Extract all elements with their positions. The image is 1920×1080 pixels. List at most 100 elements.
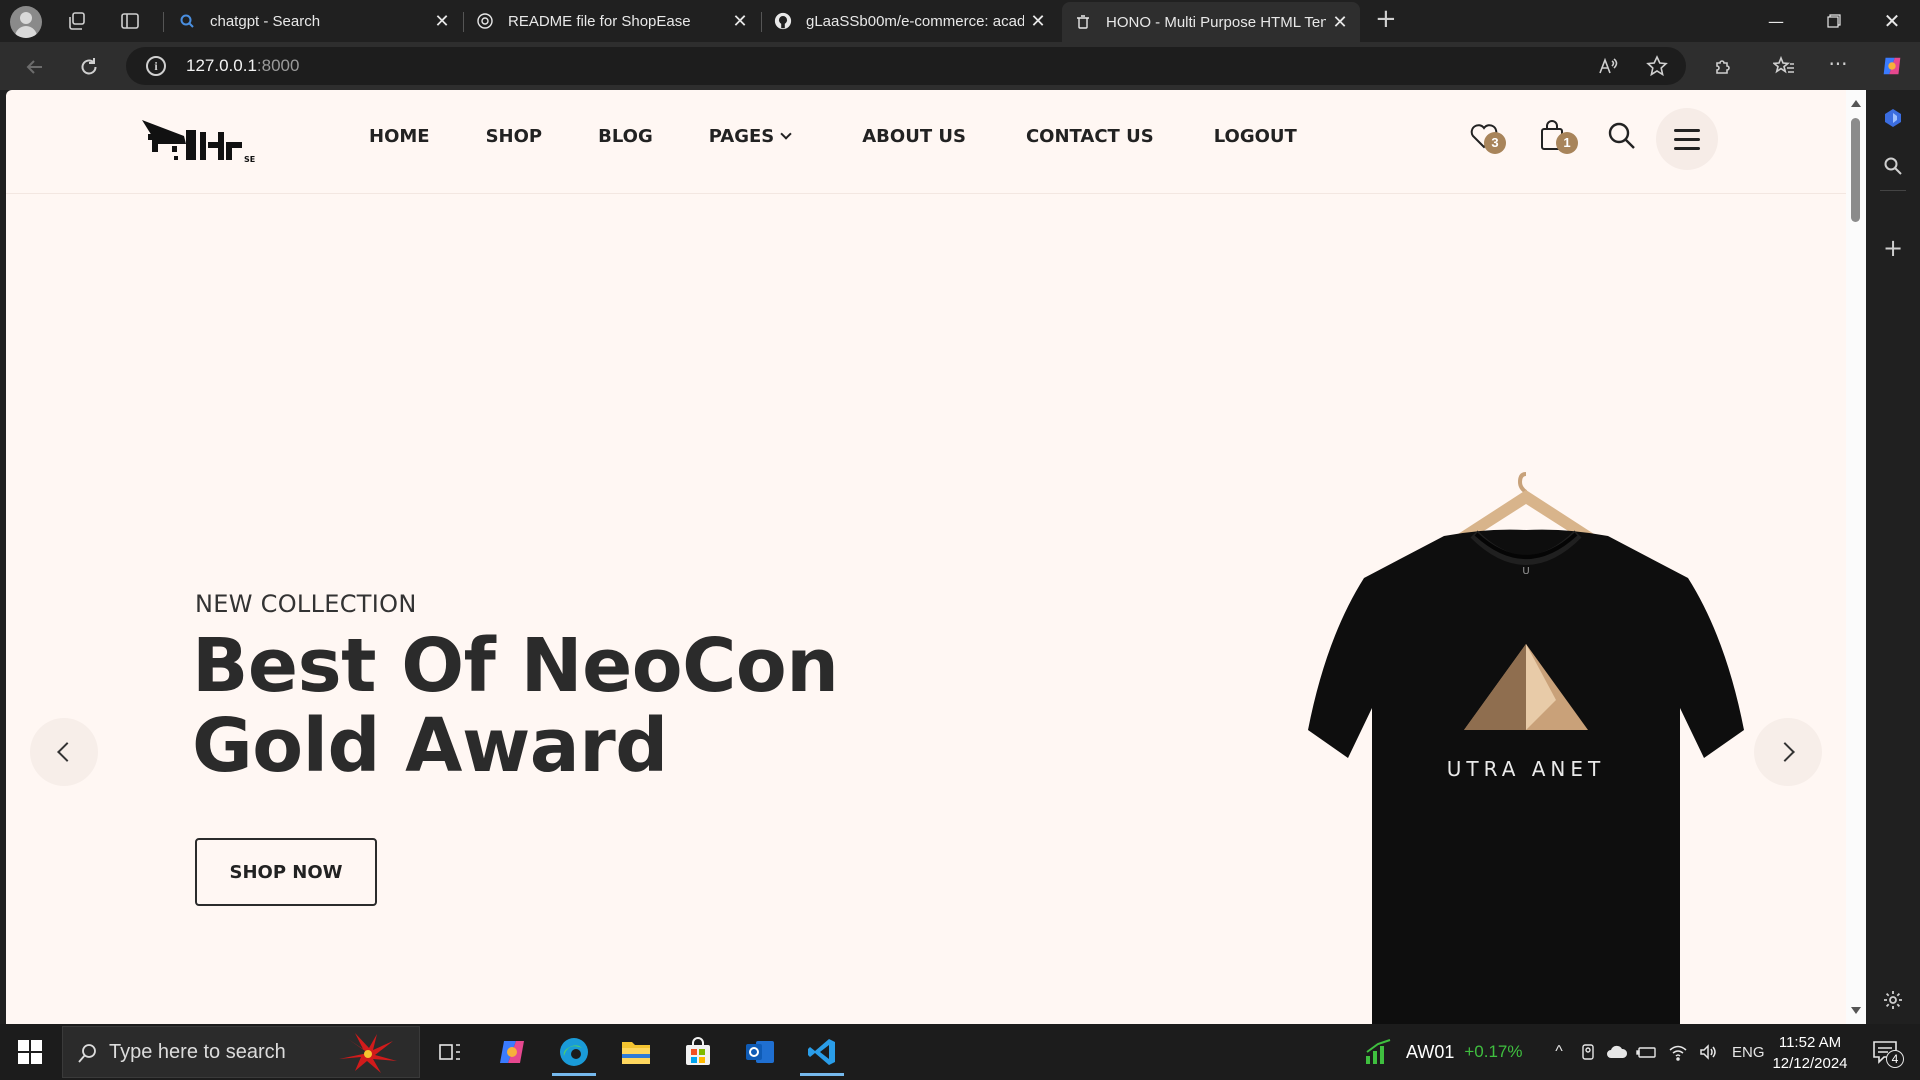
windows-start-icon[interactable]	[10, 1036, 50, 1068]
close-icon[interactable]: ✕	[1326, 8, 1354, 36]
cart-count-badge: 1	[1556, 132, 1578, 154]
clock-time: 11:52 AM	[1778, 1034, 1842, 1051]
wishlist-count-badge: 3	[1484, 132, 1506, 154]
nav-pages[interactable]: PAGES	[709, 126, 792, 147]
close-icon[interactable]: ✕	[1024, 7, 1052, 35]
tab-title: README file for ShopEase	[508, 12, 691, 30]
restore-icon[interactable]	[1806, 0, 1862, 42]
stock-change: +0.17%	[1464, 1042, 1523, 1061]
task-view-icon[interactable]	[422, 1028, 478, 1076]
svg-text:SE: SE	[244, 155, 255, 164]
workspaces-icon[interactable]	[66, 10, 88, 32]
read-aloud-icon[interactable]	[1596, 54, 1620, 78]
taskbar-search-box[interactable]: Type here to search	[62, 1026, 420, 1078]
edge-sidebar: +	[1866, 90, 1920, 1024]
tab-title: gLaaSSb00m/e-commerce: acade	[806, 12, 1024, 30]
chatgpt-favicon-icon	[476, 12, 494, 30]
site-header: SE HOME SHOP BLOG PAGES ABOUT US CONTACT…	[6, 90, 1846, 194]
stock-widget[interactable]: AW01 +0.17%	[1364, 1024, 1523, 1080]
tab-title: HONO - Multi Purpose HTML Ten	[1106, 13, 1326, 31]
search-sidebar-icon[interactable]	[1881, 154, 1905, 178]
tab-github-repo[interactable]: gLaaSSb00m/e-commerce: acade ✕	[762, 4, 1058, 38]
back-arrow-icon[interactable]	[18, 50, 52, 84]
extensions-icon[interactable]	[1712, 54, 1736, 78]
copilot-sidebar-icon[interactable]	[1881, 106, 1905, 130]
minimize-icon[interactable]: —	[1748, 0, 1804, 42]
new-tab-plus-icon[interactable]: +	[1375, 6, 1397, 32]
windows-taskbar: Type here to search AW01 +0.17% ^ ENG 11…	[0, 1024, 1920, 1080]
copilot-icon[interactable]	[1880, 54, 1904, 78]
notification-center-icon[interactable]: 4	[1866, 1036, 1906, 1068]
profile-avatar-icon[interactable]	[10, 6, 42, 38]
more-menu-icon[interactable]: ···	[1826, 52, 1850, 76]
stock-name: AW01	[1406, 1041, 1455, 1062]
meet-now-icon[interactable]	[1580, 1043, 1596, 1061]
wifi-icon[interactable]	[1668, 1043, 1688, 1061]
tab-readme-shopease[interactable]: README file for ShopEase ✕	[464, 4, 760, 38]
browser-toolbar: i 127.0.0.1:8000 ···	[0, 42, 1920, 90]
nav-home[interactable]: HOME	[369, 126, 430, 147]
microsoft-store-icon[interactable]	[670, 1028, 726, 1076]
shopease-logo[interactable]: SE	[134, 102, 264, 172]
address-bar[interactable]: i 127.0.0.1:8000	[126, 47, 1686, 85]
tab-chatgpt-search[interactable]: chatgpt - Search ✕	[166, 4, 462, 38]
close-icon[interactable]: ✕	[726, 7, 754, 35]
web-page: SE HOME SHOP BLOG PAGES ABOUT US CONTACT…	[6, 90, 1846, 1024]
sidebar-settings-gear-icon[interactable]	[1881, 988, 1905, 1012]
site-info-icon[interactable]: i	[146, 56, 166, 76]
file-explorer-icon[interactable]	[608, 1028, 664, 1076]
page-scrollbar[interactable]	[1846, 90, 1866, 1024]
nav-shop[interactable]: SHOP	[486, 126, 543, 147]
hero-tshirt-image: UTRA ANET U	[1296, 468, 1756, 1024]
tshirt-tag-text: U	[1522, 566, 1529, 577]
edge-browser-icon[interactable]	[546, 1028, 602, 1076]
tab-title: chatgpt - Search	[210, 12, 321, 30]
site-favicon-icon	[1074, 13, 1092, 31]
search-icon	[78, 1044, 96, 1063]
shop-now-button[interactable]: SHOP NOW	[195, 838, 377, 906]
favorites-list-icon[interactable]	[1772, 54, 1796, 78]
stock-chart-icon	[1366, 1039, 1391, 1064]
tray-chevron-up-icon[interactable]: ^	[1548, 1043, 1570, 1061]
sidebar-divider	[1880, 190, 1906, 191]
nav-blog[interactable]: BLOG	[598, 126, 653, 147]
clock-date: 12/12/2024	[1772, 1055, 1848, 1072]
scroll-down-arrow-icon[interactable]	[1851, 1007, 1861, 1014]
tshirt-print-text: UTRA ANET	[1447, 757, 1605, 781]
taskbar-search-placeholder: Type here to search	[109, 1040, 286, 1063]
onedrive-cloud-icon[interactable]	[1606, 1044, 1628, 1060]
refresh-icon[interactable]	[72, 50, 106, 84]
slider-next-arrow-icon[interactable]	[1754, 718, 1822, 786]
close-window-icon[interactable]: ✕	[1864, 0, 1920, 42]
vscode-icon[interactable]	[794, 1028, 850, 1076]
battery-icon[interactable]	[1636, 1044, 1658, 1060]
hero-kicker: NEW COLLECTION	[195, 590, 417, 618]
outlook-icon[interactable]	[732, 1028, 788, 1076]
favorite-star-icon[interactable]	[1645, 54, 1669, 78]
nav-about-us[interactable]: ABOUT US	[862, 126, 966, 147]
close-icon[interactable]: ✕	[428, 7, 456, 35]
copilot-taskbar-icon[interactable]	[484, 1028, 540, 1076]
url-text: 127.0.0.1:8000	[186, 56, 300, 75]
main-nav: HOME SHOP BLOG PAGES ABOUT US CONTACT US…	[369, 126, 1297, 147]
scrollbar-thumb[interactable]	[1851, 118, 1860, 222]
scroll-up-arrow-icon[interactable]	[1851, 100, 1861, 107]
volume-icon[interactable]	[1698, 1043, 1718, 1061]
nav-logout[interactable]: LOGOUT	[1214, 126, 1297, 147]
add-sidebar-app-icon[interactable]: +	[1881, 234, 1905, 262]
nav-contact-us[interactable]: CONTACT US	[1026, 126, 1154, 147]
search-icon[interactable]	[1606, 120, 1640, 154]
hero-title: Best Of NeoCon Gold Award	[192, 623, 839, 789]
taskbar-clock[interactable]: 11:52 AM 12/12/2024	[1760, 1032, 1860, 1074]
slider-prev-arrow-icon[interactable]	[30, 718, 98, 786]
chevron-down-icon	[780, 128, 792, 140]
notification-count-badge: 4	[1886, 1050, 1904, 1068]
browser-tab-strip: chatgpt - Search ✕ README file for ShopE…	[0, 0, 1920, 42]
vertical-tabs-icon[interactable]	[119, 10, 141, 32]
system-tray: ^ ENG	[1548, 1024, 1765, 1080]
tab-hono-template[interactable]: HONO - Multi Purpose HTML Ten ✕	[1062, 2, 1360, 42]
wishlist-heart-icon[interactable]: 3	[1468, 120, 1506, 154]
hamburger-menu-icon[interactable]	[1656, 108, 1718, 170]
cart-bag-icon[interactable]: 1	[1538, 120, 1578, 154]
poinsettia-icon	[339, 1033, 397, 1073]
